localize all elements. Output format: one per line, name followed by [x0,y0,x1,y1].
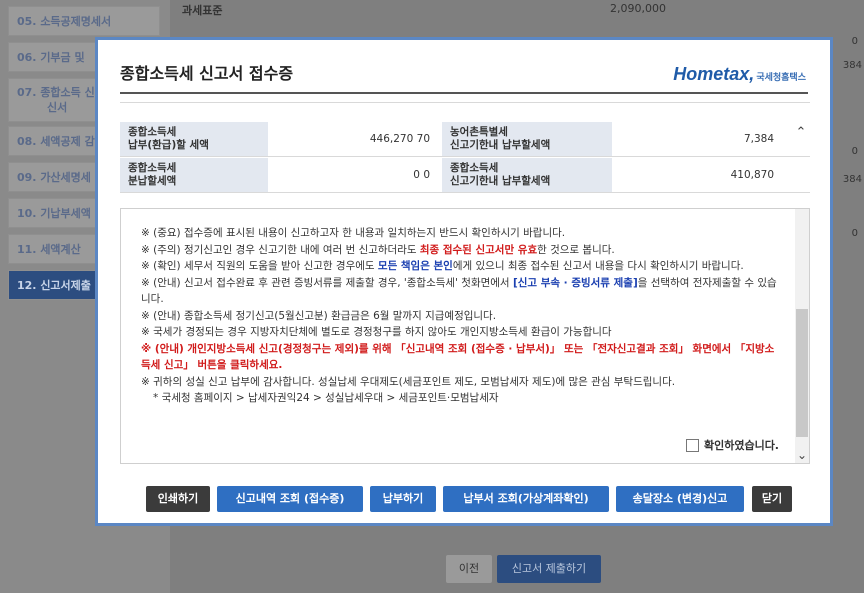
notice-line-red: ※ (안내) 개인지방소득세 신고(경정청구는 제외)를 위해 「신고내역 조회… [141,342,775,372]
background-edge-value: 0 [851,36,858,47]
confirm-checkbox-row[interactable]: 확인하였습니다. [685,437,779,453]
notice-emphasis: 최종 접수된 신고서만 유효 [419,243,538,256]
hometax-logo-sub: 국세청홈택스 [756,73,806,83]
notice-line: ※ (주의) 정기신고인 경우 신고기한 내에 여러 번 신고하더라도 최종 접… [141,242,781,259]
close-button[interactable]: 닫기 [752,486,792,512]
print-button[interactable]: 인쇄하기 [146,486,210,512]
hometax-logo: Hometax, 국세청홈택스 [673,64,806,85]
background-row: 과세표준 2,090,000 [180,2,864,24]
confirm-checkbox[interactable] [685,438,699,452]
summary-value: 446,270 70 [369,133,430,145]
notice-panel: ※ (중요) 접수증에 표시된 내용이 신고하고자 한 내용과 일치하는지 반드… [120,208,810,464]
tax-summary-table: 종합소득세 납부(환급)할 세액 446,270 70 농어촌특별세 신고기한내… [120,102,810,196]
notice-text-span: 한 것으로 봅니다. [537,243,615,256]
receipt-modal: 종합소득세 신고서 접수증 Hometax, 국세청홈택스 종합소득세 납부(환… [95,37,833,526]
payslip-button[interactable]: 납부서 조회(가상계좌확인) [443,486,609,512]
background-edge-value: 0 [851,228,858,239]
notice-emphasis: 모든 책임은 본인 [377,260,453,272]
scrollbar-thumb[interactable] [796,309,808,437]
summary-value: 7,384 [743,133,774,145]
notice-text-span: 에게 있으니 최종 접수된 신고서 내용을 다시 확인하시기 바랍니다. [452,260,744,272]
summary-value: 410,870 [730,169,774,181]
notice-line: ※ (안내) 신고서 접수완료 후 관련 증빙서류를 제출할 경우, '종합소득… [141,275,781,308]
delivery-address-button[interactable]: 송달장소 (변경)신고 [616,486,744,512]
notice-text-span: ※ (주의) 정기신고인 경우 신고기한 내에 여러 번 신고하더라도 [141,243,420,256]
notice-scrollbar[interactable]: ⌄ [795,209,809,463]
background-edge-value: 0 [851,146,858,157]
prev-button[interactable]: 이전 [446,555,492,583]
summary-label: 종합소득세 신고기한내 납부할세액 [442,158,612,192]
scroll-up-icon[interactable]: ⌃ [794,125,808,140]
summary-label: 농어촌특별세 신고기한내 납부할세액 [442,122,612,156]
notice-line: ※ 귀하의 성실 신고 납부에 감사합니다. 성실납세 우대제도(세금포인트 제… [141,375,676,388]
title-divider [120,92,808,94]
notice-text-span: ※ (안내) 신고서 접수완료 후 관련 증빙서류를 제출할 경우, '종합소득… [141,276,513,289]
submit-return-button[interactable]: 신고서 제출하기 [497,555,601,583]
summary-label: 종합소득세 분납할세액 [120,158,268,192]
sidebar-item-income-deduction[interactable]: 05. 소득공제명세서 [8,6,160,36]
modal-title: 종합소득세 신고서 접수증 [120,64,294,83]
summary-value: 0 0 [413,169,430,181]
notice-line: ※ 국세가 경정되는 경우 지방자치단체에 별도로 경정청구를 하지 않아도 개… [141,326,612,338]
background-row-label: 과세표준 [182,4,223,17]
notice-line: ※ (확인) 세무서 직원의 도움을 받아 신고한 경우에도 모든 책임은 본인… [141,258,781,275]
hometax-logo-text: Hometax, [673,64,755,84]
background-row-value: 2,090,000 [610,2,666,15]
notice-line: ※ (중요) 접수증에 표시된 내용이 신고하고자 한 내용과 일치하는지 반드… [141,227,566,239]
background-edge-value: 384 [842,174,862,185]
summary-label: 종합소득세 납부(환급)할 세액 [120,122,268,156]
notice-emphasis: [신고 부속 · 증빙서류 제출] [512,276,638,289]
confirm-label[interactable]: 확인하였습니다. [704,437,779,453]
notice-text-span: ※ (확인) 세무서 직원의 도움을 받아 신고한 경우에도 [141,260,378,272]
history-button[interactable]: 신고내역 조회 (접수증) [217,486,363,512]
notice-line: ※ (안내) 종합소득세 정기신고(5월신고분) 환급금은 6월 말까지 지급예… [141,309,497,322]
notice-line: * 국세청 홈페이지 > 납세자권익24 > 성실납세우대 > 세금포인트·모범… [153,392,499,404]
table-row: 종합소득세 분납할세액 0 0 종합소득세 신고기한내 납부할세액 410,87… [120,158,810,193]
scroll-down-icon[interactable]: ⌄ [795,447,809,463]
background-edge-value: 384 [842,60,862,71]
table-row-partial [120,102,810,103]
notice-text: ※ (중요) 접수증에 표시된 내용이 신고하고자 한 내용과 일치하는지 반드… [141,225,781,407]
pay-button[interactable]: 납부하기 [370,486,436,512]
table-row: 종합소득세 납부(환급)할 세액 446,270 70 농어촌특별세 신고기한내… [120,122,810,157]
